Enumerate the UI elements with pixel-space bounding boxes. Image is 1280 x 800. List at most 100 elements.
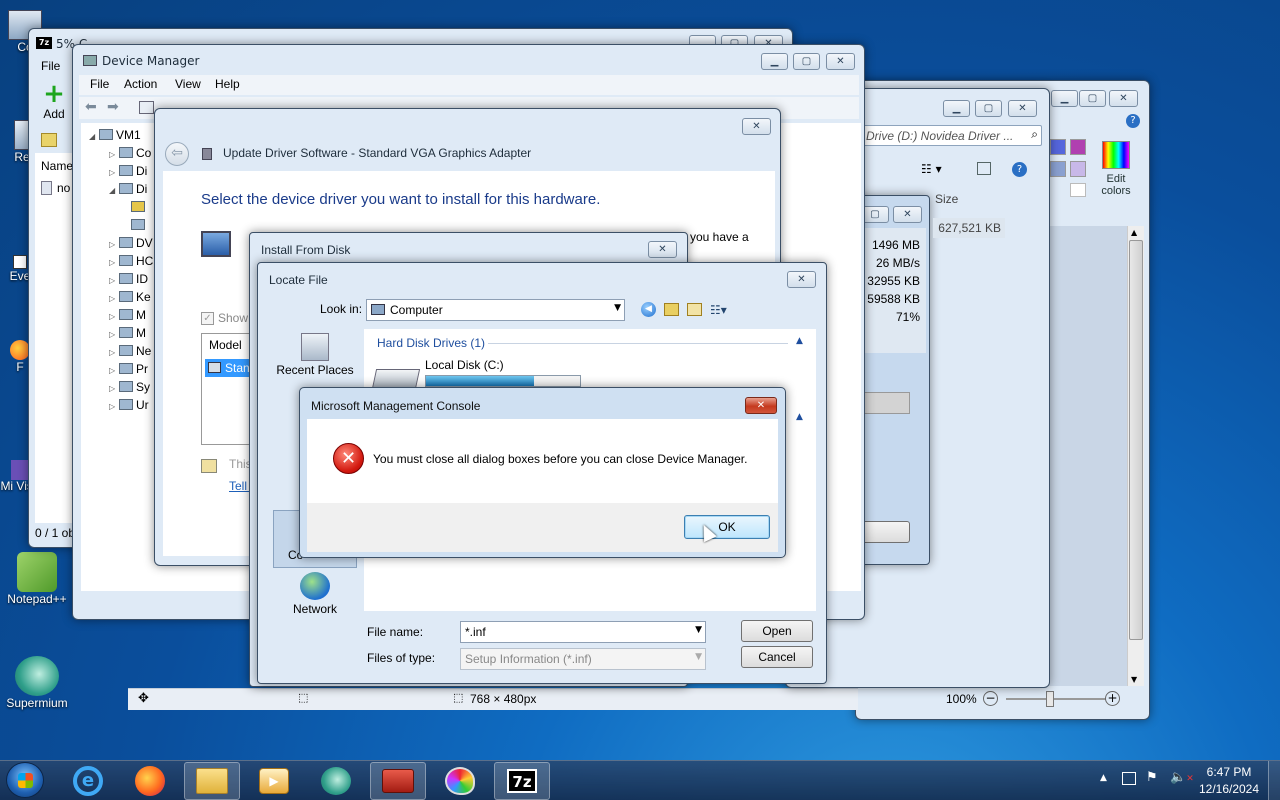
maximize-button[interactable]: ▢ [1079, 90, 1106, 107]
collapse-icon[interactable]: ▲ [796, 412, 803, 422]
place-recent-places[interactable]: Recent Places [272, 333, 358, 377]
close-button[interactable]: ✕ [826, 53, 855, 70]
tree-item[interactable]: ▷ M [109, 326, 146, 340]
search-box[interactable]: Drive (D:) Novidea Driver ... ⌕ [862, 125, 1042, 146]
preview-pane-icon[interactable] [977, 162, 991, 175]
model-column-header[interactable]: Model [209, 338, 242, 352]
clock-time[interactable]: 6:47 PM [1201, 765, 1257, 779]
tree-child-warning[interactable] [131, 200, 148, 214]
back-arrow-icon[interactable]: ⬅ [85, 99, 97, 115]
chevron-down-icon[interactable]: ▼ [695, 625, 702, 635]
files-of-type-label: Files of type: [367, 651, 436, 665]
maximize-button[interactable]: ▢ [793, 53, 820, 70]
open-button[interactable]: Open [741, 620, 813, 642]
close-button[interactable]: ✕ [893, 206, 922, 223]
dialog-body: ✕ You must close all dialog boxes before… [307, 419, 778, 503]
taskbar-7zip[interactable]: 7z [494, 762, 550, 800]
menu-action[interactable]: Action [124, 77, 157, 91]
file-name-field[interactable]: *.inf ▼ [460, 621, 706, 643]
zoom-slider-thumb[interactable] [1046, 691, 1054, 707]
close-button[interactable]: ✕ [745, 397, 777, 414]
color-palette[interactable] [1050, 139, 1090, 199]
back-button[interactable]: ⇦ [165, 142, 189, 166]
clock-date[interactable]: 12/16/2024 [1196, 782, 1262, 796]
zoom-slider[interactable] [1006, 691, 1106, 707]
maximize-button[interactable]: ▢ [861, 206, 889, 223]
show-desktop-button[interactable] [1268, 761, 1280, 800]
taskbar-internet-explorer[interactable]: e [60, 762, 116, 800]
tree-item[interactable]: ▷ ID [109, 272, 148, 286]
taskbar-supermium[interactable] [308, 762, 364, 800]
show-compatible-checkbox[interactable]: ✓ [201, 312, 214, 325]
view-options-icon[interactable]: ☷ ▾ [921, 162, 942, 176]
tree-item[interactable]: ▷ Ne [109, 344, 151, 358]
menu-help[interactable]: Help [215, 77, 240, 91]
add-button[interactable]: + Add [39, 81, 69, 121]
taskbar-media-player[interactable]: ▶ [246, 762, 302, 800]
tree-item[interactable]: ▷ Ur [109, 398, 149, 412]
windows-logo-icon [18, 773, 33, 788]
collapse-icon[interactable]: ▲ [796, 336, 803, 346]
desktop-icon-notepad-plus-plus[interactable]: Notepad++ [2, 552, 72, 606]
tree-item[interactable]: ▷ Pr [109, 362, 148, 376]
firefox-icon [135, 766, 165, 796]
column-header-name[interactable]: Name [41, 159, 73, 173]
close-button[interactable]: ✕ [1109, 90, 1138, 107]
tray-overflow-icon[interactable]: ▲ [1100, 773, 1107, 783]
drive-label: Local Disk (C:) [425, 358, 504, 372]
minimize-button[interactable]: ▁ [943, 100, 970, 117]
desktop-icon-supermium[interactable]: Supermium [2, 656, 72, 710]
up-folder-icon[interactable] [41, 133, 57, 147]
minimize-button[interactable]: ▁ [1051, 90, 1078, 107]
maximize-button[interactable]: ▢ [975, 100, 1002, 117]
taskbar-paint[interactable] [432, 762, 488, 800]
forward-arrow-icon[interactable]: ➡ [107, 99, 119, 115]
zoom-out-button[interactable]: − [983, 691, 998, 706]
look-in-dropdown[interactable]: Computer ▼ [366, 299, 625, 321]
edit-colors-button[interactable]: Edit colors [1091, 139, 1141, 205]
menu-view[interactable]: View [175, 77, 201, 91]
close-button[interactable]: ✕ [648, 241, 677, 258]
tree-item[interactable]: ▷ HC [109, 254, 153, 268]
close-button[interactable]: ✕ [787, 271, 816, 288]
zoom-in-button[interactable]: + [1105, 691, 1120, 706]
close-button[interactable]: ✕ [742, 118, 771, 135]
view-menu-icon[interactable]: ☷▾ [710, 303, 727, 317]
taskbar-device-manager[interactable] [370, 762, 426, 800]
size-column-header: Size [935, 192, 959, 206]
desktop-icon-label: Notepad++ [7, 592, 67, 606]
help-icon[interactable]: ? [1012, 162, 1027, 177]
tree-item[interactable]: ▷ Sy [109, 380, 150, 394]
group-header[interactable]: Hard Disk Drives (1) [377, 336, 485, 350]
tree-item[interactable]: ▷ Di [109, 164, 147, 178]
file-list[interactable]: Name no [35, 153, 77, 523]
tree-root[interactable]: ◢ VM1 [89, 128, 141, 142]
taskbar-firefox[interactable] [122, 762, 178, 800]
minimize-button[interactable]: ▁ [761, 53, 788, 70]
tree-item[interactable]: ▷ M [109, 308, 146, 322]
taskbar-explorer[interactable] [184, 762, 240, 800]
tree-item[interactable]: ▷ Ke [109, 290, 151, 304]
tree-item[interactable]: ▷ DV [109, 236, 153, 250]
up-folder-icon[interactable] [664, 303, 679, 316]
tree-child[interactable] [131, 218, 148, 232]
tree-item-expanded[interactable]: ◢ Di [109, 182, 147, 196]
new-folder-icon[interactable] [687, 303, 702, 316]
media-player-icon: ▶ [259, 768, 289, 794]
menu-file[interactable]: File [90, 77, 109, 91]
status-zoom-text: 100% [946, 692, 977, 706]
close-button[interactable]: ✕ [1008, 100, 1037, 117]
tree-item[interactable]: ▷ Co [109, 146, 151, 160]
vertical-scrollbar[interactable]: ▲ ▼ [1127, 226, 1144, 686]
tray-volume-muted-icon[interactable]: 🔈✕ [1170, 770, 1194, 785]
place-network[interactable]: Network [272, 572, 358, 616]
start-button[interactable] [6, 762, 44, 798]
cancel-button[interactable]: Cancel [741, 646, 813, 668]
tray-action-center-icon[interactable]: ⚑ [1146, 770, 1158, 785]
help-icon[interactable]: ? [1126, 114, 1140, 128]
tray-network-icon[interactable] [1122, 772, 1136, 785]
progress-cancel-button[interactable] [860, 521, 910, 543]
back-icon[interactable]: ◀ [641, 302, 656, 317]
properties-icon[interactable] [139, 101, 154, 114]
menu-file[interactable]: File [41, 59, 60, 73]
